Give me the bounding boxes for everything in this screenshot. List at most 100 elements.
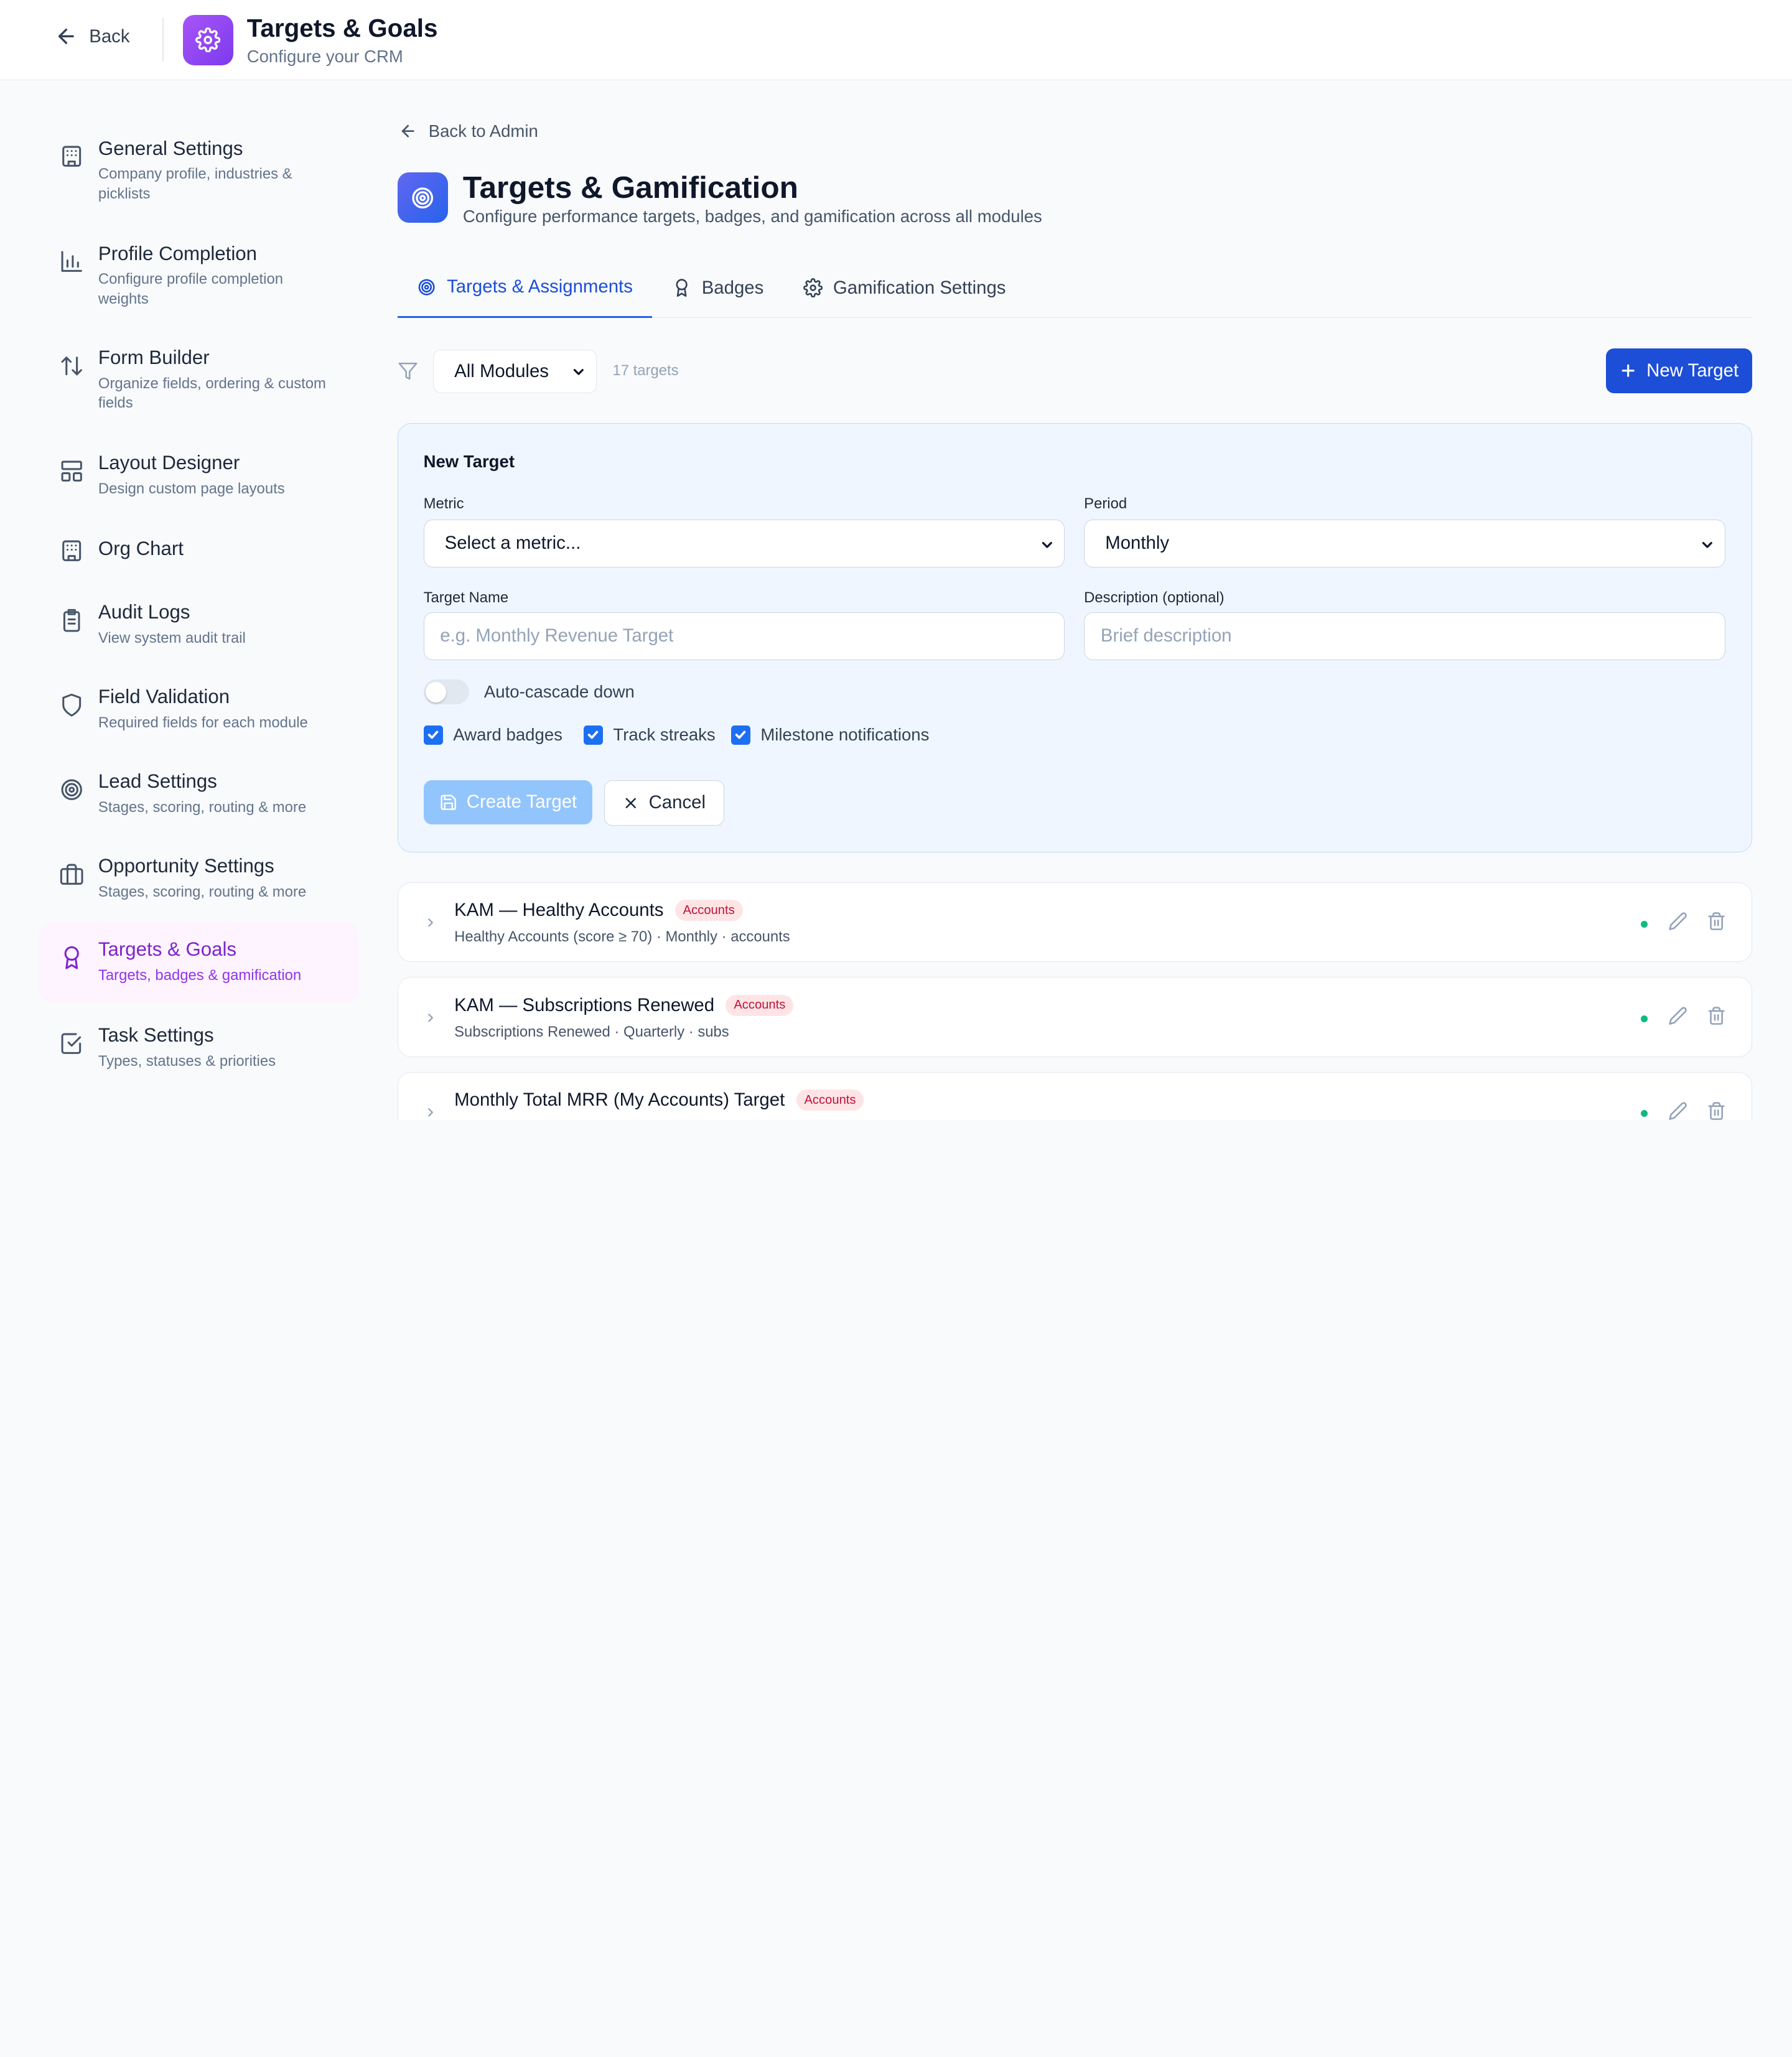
description-input[interactable]: Brief description <box>1084 612 1725 660</box>
sidebar-item-form-builder[interactable]: Form Builder Organize fields, ordering & … <box>39 344 358 413</box>
module-filter-value: All Modules <box>454 360 549 381</box>
trash-icon[interactable] <box>1707 1006 1726 1025</box>
chevron-right-icon[interactable] <box>424 1104 437 1120</box>
pencil-icon[interactable] <box>1668 912 1687 931</box>
target-name-placeholder: e.g. Monthly Revenue Target <box>440 625 674 646</box>
tab-label: Targets & Assignments <box>447 276 633 297</box>
sidebar-item-field-validation[interactable]: Field Validation Required fields for each… <box>39 683 358 740</box>
briefcase-icon <box>59 862 84 887</box>
status-dot <box>1640 920 1648 928</box>
target-icon <box>417 278 436 297</box>
filter-icon <box>398 361 418 381</box>
description-placeholder: Brief description <box>1100 625 1232 646</box>
target-name-input[interactable]: e.g. Monthly Revenue Target <box>423 612 1065 660</box>
save-icon <box>439 793 457 811</box>
target-row: Monthly Total MRR (My Accounts) Target A… <box>398 1071 1752 1120</box>
target-subtitle: Subscriptions Renewed · Quarterly · subs <box>454 1023 729 1040</box>
tab-label: Gamification Settings <box>833 277 1006 298</box>
period-select[interactable]: Monthly <box>1084 519 1725 567</box>
sidebar-item-org-chart[interactable]: Org Chart <box>39 535 358 581</box>
description-label: Description (optional) <box>1084 589 1225 606</box>
sidebar-item-label: Task Settings <box>98 1024 214 1046</box>
sidebar-item-desc: Stages, scoring, routing & more <box>98 883 307 900</box>
create-target-button[interactable]: Create Target <box>423 780 593 825</box>
checkmark-icon <box>583 725 603 745</box>
bar-chart-icon <box>59 249 84 274</box>
checkbox-label: Track streaks <box>613 725 716 745</box>
sort-arrows-icon <box>59 353 84 378</box>
sidebar-item-desc: Types, statuses & priorities <box>98 1052 276 1070</box>
sidebar-item-label: Lead Settings <box>98 770 217 793</box>
sidebar-item-targets-goals[interactable]: Targets & Goals Targets, badges & gamific… <box>39 922 359 1002</box>
milestone-notifications-checkbox[interactable]: Milestone notifications <box>730 725 930 745</box>
tab-gamification-settings[interactable]: Gamification Settings <box>803 258 1006 318</box>
tab-targets-assignments[interactable]: Targets & Assignments <box>398 258 653 318</box>
pencil-icon[interactable] <box>1668 1101 1687 1120</box>
sidebar-item-profile-completion[interactable]: Profile Completion Configure profile comp… <box>39 240 358 309</box>
checkmark-icon <box>730 725 750 745</box>
sidebar-item-general-settings[interactable]: General Settings Company profile, industr… <box>39 135 358 203</box>
building-icon <box>59 144 84 169</box>
gear-icon <box>195 27 221 53</box>
pencil-icon[interactable] <box>1668 1006 1687 1025</box>
trash-icon[interactable] <box>1707 912 1726 931</box>
sidebar-item-desc: View system audit trail <box>98 630 246 647</box>
sidebar-item-desc: Required fields for each module <box>98 714 308 732</box>
checkbox-label: Milestone notifications <box>760 725 930 745</box>
cancel-button[interactable]: Cancel <box>604 780 724 826</box>
form-heading: New Target <box>423 452 515 472</box>
checkbox-icon <box>59 1031 84 1056</box>
module-filter-select[interactable]: All Modules <box>433 350 597 393</box>
module-badge: Accounts <box>726 994 794 1016</box>
sidebar-item-opportunity-settings[interactable]: Opportunity Settings Stages, scoring, rou… <box>39 852 358 910</box>
chevron-right-icon[interactable] <box>424 915 437 931</box>
checkmark-icon <box>423 725 443 745</box>
status-dot <box>1640 1110 1648 1117</box>
target-title-text: KAM — Subscriptions Renewed <box>454 994 715 1015</box>
app-subtitle: Configure your CRM <box>246 47 403 67</box>
arrow-left-icon <box>55 25 78 48</box>
close-icon <box>622 795 640 812</box>
chevron-right-icon[interactable] <box>424 1010 437 1026</box>
new-target-button[interactable]: New Target <box>1605 348 1752 393</box>
tab-badges[interactable]: Badges <box>672 258 763 318</box>
top-header: Back Targets & Goals Configure your CRM <box>0 0 1792 80</box>
sidebar-item-audit-logs[interactable]: Audit Logs View system audit trail <box>39 599 358 656</box>
chevron-down-icon <box>571 364 587 380</box>
plus-icon <box>1619 361 1637 380</box>
period-label: Period <box>1084 495 1127 513</box>
sidebar-item-layout-designer[interactable]: Layout Designer Design custom page layout… <box>39 449 358 506</box>
sidebar-item-label: Targets & Goals <box>98 938 237 961</box>
target-subtitle: Healthy Accounts (score ≥ 70) · Monthly … <box>454 928 790 946</box>
target-title-text: KAM — Healthy Accounts <box>454 900 664 921</box>
target-row: KAM — Healthy Accounts Accounts Healthy … <box>398 882 1752 963</box>
chevron-down-icon <box>1039 537 1055 553</box>
target-icon <box>410 185 435 210</box>
sidebar-item-desc: Organize fields, ordering & custom field… <box>98 375 326 411</box>
page-icon <box>398 172 448 223</box>
create-target-label: Create Target <box>466 791 577 813</box>
sidebar-item-label: Layout Designer <box>98 451 240 473</box>
sidebar-item-lead-settings[interactable]: Lead Settings Stages, scoring, routing & … <box>39 768 358 825</box>
track-streaks-checkbox[interactable]: Track streaks <box>583 725 716 745</box>
back-to-admin-label: Back to Admin <box>428 121 538 141</box>
toggle-knob <box>426 681 447 702</box>
sidebar-item-label: Profile Completion <box>98 242 257 264</box>
back-button[interactable]: Back <box>55 25 130 48</box>
clipboard-icon <box>59 608 84 633</box>
target-title: KAM — Subscriptions Renewed Accounts <box>454 994 794 1016</box>
target-icon <box>59 777 84 802</box>
auto-cascade-toggle[interactable] <box>423 679 470 705</box>
layout-icon <box>59 459 84 483</box>
checkbox-label: Award badges <box>453 725 562 745</box>
trash-icon[interactable] <box>1707 1101 1726 1120</box>
award-badges-checkbox[interactable]: Award badges <box>423 725 562 745</box>
page-subtitle: Configure performance targets, badges, a… <box>462 207 1042 226</box>
back-to-admin-link[interactable]: Back to Admin <box>399 121 538 141</box>
settings-logo <box>182 14 233 65</box>
metric-select[interactable]: Select a metric... <box>423 519 1065 567</box>
tab-bar: Targets & Assignments Badges Gamificatio… <box>398 258 1752 318</box>
status-dot <box>1640 1015 1648 1022</box>
target-row: KAM — Subscriptions Renewed Accounts Sub… <box>398 977 1752 1057</box>
sidebar-item-task-settings[interactable]: Task Settings Types, statuses & prioritie… <box>39 1022 358 1079</box>
